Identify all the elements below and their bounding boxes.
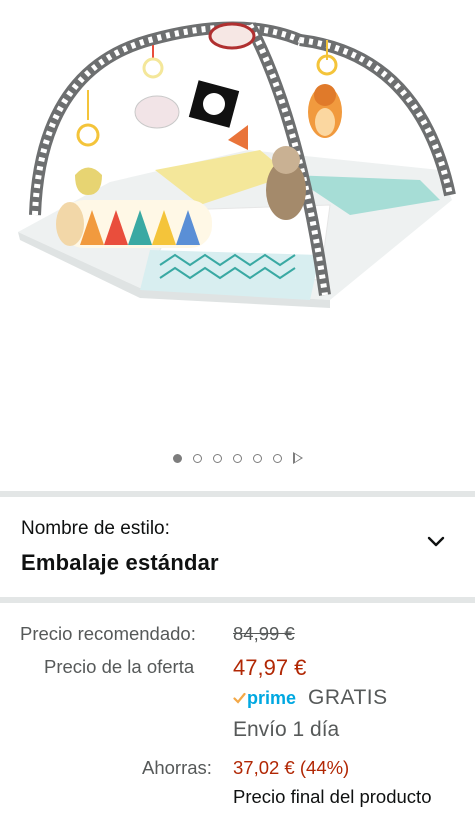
shipping-free: GRATIS [308,686,388,709]
list-price: 84,99 € [233,623,295,644]
final-price-note: Precio final del producto [233,786,432,807]
prime-shipping: prime GRATIS [233,686,388,710]
image-carousel-indicator[interactable] [0,449,475,467]
carousel-dot-5[interactable] [252,453,262,463]
divider [0,597,475,603]
deal-price-label: Precio de la oferta [44,656,195,677]
style-value: Embalaje estándar [21,550,219,575]
savings-label: Ahorras: [142,757,212,778]
list-price-label: Precio recomendado: [20,623,196,644]
video-play-icon[interactable] [292,452,303,464]
prime-check-icon [233,692,246,704]
product-image[interactable] [0,0,475,440]
style-selector[interactable]: Nombre de estilo: Embalaje estándar [0,500,475,596]
baby-gym-illustration [18,21,456,308]
style-label: Nombre de estilo: [21,518,170,539]
prime-text: prime [247,687,297,708]
carousel-dot-3[interactable] [212,453,222,463]
carousel-dot-4[interactable] [232,453,242,463]
chevron-down-icon[interactable] [426,535,446,549]
shipping-time: Envío 1 día [233,718,340,741]
divider [0,491,475,497]
carousel-dot-2[interactable] [192,453,202,463]
carousel-dot-6[interactable] [272,453,282,463]
deal-price: 47,97 € [233,655,307,680]
savings-value: 37,02 € (44%) [233,757,350,778]
prime-logo: prime [233,688,296,709]
carousel-dot-1[interactable] [172,453,182,463]
